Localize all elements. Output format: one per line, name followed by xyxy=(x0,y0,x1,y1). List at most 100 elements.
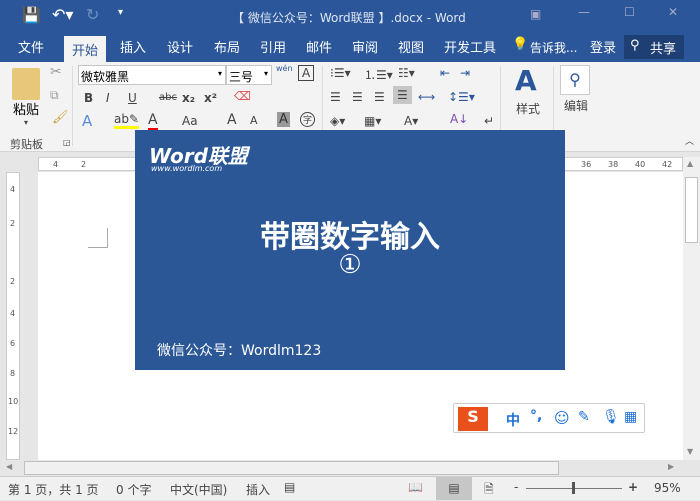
clear-formatting-icon[interactable]: ⌫ xyxy=(234,89,251,103)
subscript-button[interactable]: x₂ xyxy=(182,91,195,105)
highlight-icon[interactable]: ab✎ xyxy=(114,112,140,129)
paste-dropdown-icon[interactable]: ▾ xyxy=(24,118,28,127)
vertical-ruler[interactable]: 4 2 2 4 6 8 10 12 xyxy=(6,172,20,460)
scroll-left-icon[interactable]: ◀ xyxy=(6,462,12,471)
toolbox-icon[interactable]: ▦ xyxy=(624,409,637,425)
character-border-button[interactable]: A xyxy=(298,65,315,81)
tab-file[interactable]: 文件 xyxy=(18,37,44,56)
zoom-out-button[interactable]: - xyxy=(514,480,518,494)
macro-icon[interactable]: ▤ xyxy=(284,480,295,494)
text-effects-icon[interactable]: A xyxy=(82,112,92,130)
paste-label[interactable]: 粘贴 xyxy=(13,99,39,118)
tab-mailings[interactable]: 邮件 xyxy=(306,37,332,56)
dialog-launcher-icon[interactable]: ◲ xyxy=(63,138,71,147)
tab-developer[interactable]: 开发工具 xyxy=(444,37,496,56)
banner-image: Word联盟 www.wordlm.com 带圈数字输入 ① 微信公众号：Wor… xyxy=(135,130,565,370)
styles-icon[interactable]: A xyxy=(515,64,537,97)
tab-layout[interactable]: 布局 xyxy=(214,37,240,56)
paste-icon[interactable] xyxy=(12,68,40,100)
decrease-indent-icon[interactable]: ⇤ xyxy=(440,66,450,80)
collapse-ribbon-icon[interactable]: ︿ xyxy=(685,134,694,147)
zoom-level[interactable]: 95% xyxy=(654,481,681,495)
align-center-icon[interactable]: ☰ xyxy=(352,90,363,104)
shrink-font-button[interactable]: A xyxy=(250,114,258,127)
pen-icon[interactable]: ✎ xyxy=(578,409,590,425)
phonetic-guide-button[interactable]: wén xyxy=(276,64,293,73)
web-layout-icon[interactable]: 🗎 xyxy=(484,480,494,501)
search-icon[interactable]: ⚲ xyxy=(560,65,590,95)
align-right-icon[interactable]: ☰ xyxy=(374,90,385,104)
insert-mode[interactable]: 插入 xyxy=(246,481,270,498)
tab-references[interactable]: 引用 xyxy=(260,37,286,56)
grow-font-button[interactable]: A xyxy=(227,112,237,128)
sogou-logo-icon[interactable]: S xyxy=(458,407,488,431)
zoom-in-button[interactable]: + xyxy=(628,480,638,494)
format-painter-icon[interactable]: 🖌 xyxy=(52,110,69,125)
language[interactable]: 中文(中国) xyxy=(170,481,227,498)
mic-icon[interactable]: 🎙 xyxy=(602,409,620,425)
strikethrough-button[interactable]: abc xyxy=(159,92,177,103)
tab-design[interactable]: 设计 xyxy=(167,37,193,56)
customize-qat-icon[interactable]: ▾ xyxy=(118,7,123,18)
editing-button[interactable]: 编辑 xyxy=(564,97,588,114)
ime-punct[interactable]: °, xyxy=(530,408,542,424)
scroll-up-icon[interactable]: ▲ xyxy=(687,159,693,168)
ime-mode[interactable]: 中 xyxy=(506,410,520,430)
emoji-icon[interactable]: ☺ xyxy=(554,409,570,427)
ribbon-display-icon[interactable]: ▣ xyxy=(530,7,541,21)
underline-button[interactable]: U xyxy=(128,91,137,105)
font-name-select[interactable]: 微软雅黑 ▾ xyxy=(78,65,226,85)
zoom-slider-thumb[interactable] xyxy=(572,482,575,494)
redo-icon[interactable]: ↻ xyxy=(86,5,99,24)
distributed-icon[interactable]: ⟷ xyxy=(418,90,435,104)
page-count[interactable]: 第 1 页，共 1 页 xyxy=(8,481,99,498)
change-case-button[interactable]: Aa xyxy=(182,114,198,128)
copy-icon[interactable]: ⧉ xyxy=(50,88,59,103)
shading-icon[interactable]: ◈▾ xyxy=(330,114,345,128)
scroll-thumb[interactable] xyxy=(685,177,698,243)
borders-icon[interactable]: ▦▾ xyxy=(364,114,381,128)
person-add-icon: ⚲ xyxy=(630,38,640,53)
read-mode-icon[interactable]: 📖 xyxy=(408,480,423,494)
circled-number: ① xyxy=(338,250,362,280)
tab-home[interactable]: 开始 xyxy=(64,36,107,62)
minimize-button[interactable]: — xyxy=(578,5,590,19)
tab-review[interactable]: 审阅 xyxy=(352,37,378,56)
word-count[interactable]: 0 个字 xyxy=(116,481,151,498)
print-layout-icon[interactable]: ▤ xyxy=(436,477,472,500)
cut-icon[interactable]: ✂ xyxy=(50,64,62,80)
sort-icon[interactable]: A↓ xyxy=(450,112,468,126)
save-icon[interactable]: 💾 xyxy=(22,6,41,24)
numbering-icon[interactable]: ⒈☰▾ xyxy=(364,66,393,83)
scroll-down-icon[interactable]: ▼ xyxy=(687,447,693,456)
font-size-select[interactable]: 三号 ▾ xyxy=(226,65,272,85)
multilevel-list-icon[interactable]: ☷▾ xyxy=(398,66,415,80)
undo-icon[interactable]: ↶▾ xyxy=(52,5,73,24)
tab-insert[interactable]: 插入 xyxy=(120,37,146,56)
justify-icon[interactable]: ☰ xyxy=(393,86,412,104)
italic-button[interactable]: I xyxy=(106,91,110,105)
ime-toolbar[interactable]: S 中 °, ☺ ✎ 🎙 ▦ xyxy=(453,403,645,433)
line-spacing-icon[interactable]: ↕☰▾ xyxy=(448,90,475,104)
font-color-icon[interactable]: A xyxy=(148,112,158,131)
share-button[interactable]: ⚲ 共享 xyxy=(624,35,684,59)
vertical-scrollbar[interactable]: ▲ ▼ xyxy=(683,157,700,460)
hscroll-thumb[interactable] xyxy=(24,461,559,475)
tab-view[interactable]: 视图 xyxy=(398,37,424,56)
character-shading-icon[interactable]: A xyxy=(277,112,290,127)
show-marks-icon[interactable]: ↵ xyxy=(484,114,494,128)
asian-layout-icon[interactable]: A▾ xyxy=(404,114,418,128)
horizontal-scrollbar[interactable]: ◀ ▶ xyxy=(0,460,700,476)
align-left-icon[interactable]: ☰ xyxy=(330,90,341,104)
maximize-button[interactable]: ☐ xyxy=(624,5,635,19)
superscript-button[interactable]: x² xyxy=(204,91,217,105)
enclose-characters-icon[interactable]: 字 xyxy=(300,112,315,127)
scroll-right-icon[interactable]: ▶ xyxy=(668,462,674,471)
bold-button[interactable]: B xyxy=(84,91,93,105)
login-link[interactable]: 登录 xyxy=(590,37,616,56)
increase-indent-icon[interactable]: ⇥ xyxy=(460,66,470,80)
close-button[interactable]: ✕ xyxy=(668,5,678,19)
tell-me-box[interactable]: 告诉我... xyxy=(530,39,577,56)
bullets-icon[interactable]: ⁝☰▾ xyxy=(330,66,351,80)
styles-button[interactable]: 样式 xyxy=(516,100,540,117)
